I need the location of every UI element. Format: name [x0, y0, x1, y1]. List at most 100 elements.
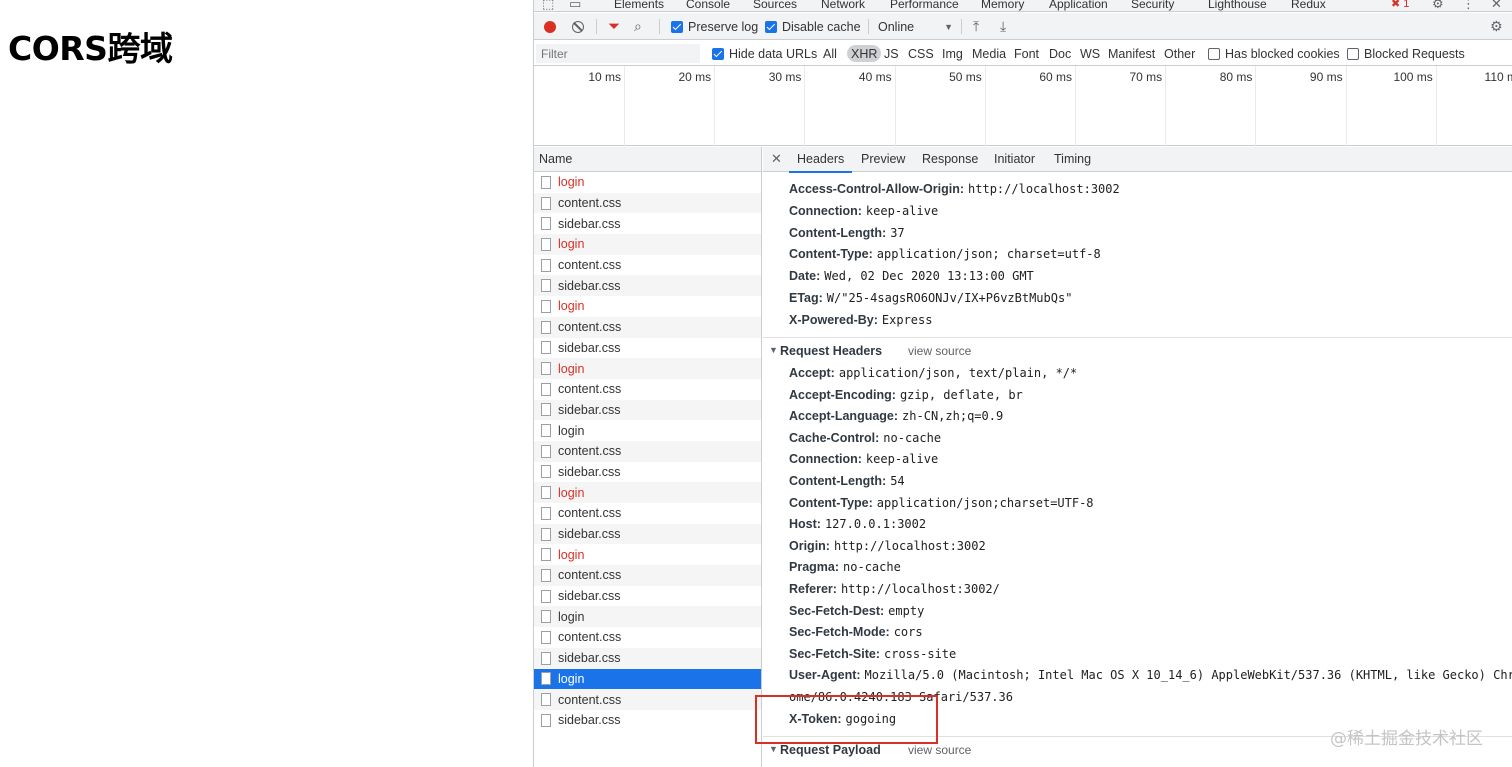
tab-redux[interactable]: Redux: [1291, 0, 1326, 11]
filter-input[interactable]: [536, 44, 700, 63]
collapse-triangle-icon[interactable]: ▼: [769, 744, 778, 754]
filter-type-ws[interactable]: WS: [1080, 41, 1100, 66]
tab-application[interactable]: Application: [1049, 0, 1108, 11]
request-row[interactable]: content.css: [534, 316, 761, 338]
tab-elements[interactable]: Elements: [614, 0, 664, 11]
header-key: Content-Length:: [789, 225, 887, 240]
request-row[interactable]: sidebar.css: [534, 399, 761, 421]
request-row[interactable]: login: [534, 544, 761, 565]
header-key: Content-Type:: [789, 247, 873, 262]
tab-security[interactable]: Security: [1131, 0, 1174, 11]
request-headers-section[interactable]: ▼ Request Headers view source: [763, 337, 1512, 363]
request-row[interactable]: sidebar.css: [534, 338, 761, 359]
tab-lighthouse[interactable]: Lighthouse: [1208, 0, 1267, 11]
request-row[interactable]: login: [534, 296, 761, 317]
tab-performance[interactable]: Performance: [890, 0, 959, 11]
disable-cache-checkbox[interactable]: Disable cache: [765, 13, 861, 40]
tab-memory[interactable]: Memory: [981, 0, 1024, 11]
tab-preview[interactable]: Preview: [861, 152, 905, 166]
disable-cache-label: Disable cache: [782, 19, 861, 34]
request-row[interactable]: sidebar.css: [534, 586, 761, 607]
hide-data-urls-checkbox[interactable]: Hide data URLs: [712, 41, 817, 66]
filter-type-css[interactable]: CSS: [908, 41, 934, 66]
request-name: login: [558, 547, 585, 562]
filter-type-doc[interactable]: Doc: [1049, 41, 1071, 66]
request-row[interactable]: content.css: [534, 379, 761, 400]
network-overview-timeline[interactable]: 10 ms 20 ms 30 ms 40 ms 50 ms 60 ms 70 ms 80 ms…: [534, 66, 1512, 146]
import-har-icon[interactable]: ⤒: [973, 13, 979, 40]
request-row[interactable]: sidebar.css: [534, 647, 761, 669]
request-row[interactable]: sidebar.css: [534, 213, 761, 234]
network-settings-gear-icon[interactable]: ⚙: [1490, 13, 1503, 40]
tab-console[interactable]: Console: [686, 0, 730, 11]
request-row[interactable]: content.css: [534, 503, 761, 524]
filter-type-js[interactable]: JS: [884, 41, 899, 66]
filter-type-manifest[interactable]: Manifest: [1108, 41, 1155, 66]
settings-gear-icon[interactable]: ⚙: [1432, 0, 1444, 12]
request-row[interactable]: login: [534, 482, 761, 503]
request-row[interactable]: sidebar.css: [534, 710, 761, 731]
inspect-icon[interactable]: ⬚: [542, 0, 554, 10]
preserve-log-checkbox[interactable]: Preserve log: [671, 13, 758, 40]
timeline-gridline: [894, 66, 896, 146]
timeline-gridline: [1435, 66, 1437, 146]
request-row[interactable]: login: [534, 358, 761, 379]
close-details-icon[interactable]: ✕: [771, 151, 782, 167]
timeline-gridline: [624, 66, 625, 146]
tab-headers[interactable]: Headers: [788, 152, 853, 173]
tab-timing[interactable]: Timing: [1054, 152, 1091, 166]
export-har-icon[interactable]: ⤓: [1000, 13, 1006, 40]
filter-type-xhr[interactable]: XHR: [847, 45, 882, 62]
request-row[interactable]: sidebar.css: [534, 462, 761, 483]
request-row[interactable]: content.css: [534, 627, 761, 648]
device-toggle-icon[interactable]: ▭: [569, 0, 581, 10]
file-icon: [541, 175, 551, 189]
clear-icon[interactable]: [572, 20, 584, 33]
search-icon[interactable]: ⌕: [634, 13, 642, 40]
request-name: sidebar.css: [558, 402, 621, 417]
request-name: login: [558, 423, 585, 438]
request-row[interactable]: content.css: [534, 565, 761, 586]
request-row[interactable]: login: [534, 234, 761, 255]
header-key: ETag:: [789, 291, 823, 305]
more-options-icon[interactable]: ⋮: [1462, 0, 1475, 12]
filter-type-img[interactable]: Img: [942, 41, 963, 66]
collapse-triangle-icon[interactable]: ▼: [769, 345, 778, 355]
view-source-link[interactable]: view source: [908, 344, 971, 358]
filter-funnel-icon[interactable]: ⏷: [608, 13, 620, 40]
request-row[interactable]: login: [534, 420, 761, 441]
filter-type-font[interactable]: Font: [1014, 41, 1039, 66]
filter-type-other[interactable]: Other: [1164, 41, 1195, 66]
request-row[interactable]: content.css: [534, 440, 761, 462]
blocked-requests-checkbox[interactable]: Blocked Requests: [1347, 41, 1465, 66]
timeline-gridline: [1165, 66, 1167, 146]
close-devtools-icon[interactable]: ✕: [1491, 0, 1502, 12]
request-row[interactable]: content.css: [534, 192, 761, 214]
name-column-header[interactable]: Name: [534, 147, 761, 172]
header-key: Accept-Encoding:: [789, 387, 896, 402]
header-key: Cache-Control:: [789, 430, 880, 445]
header-key: Pragma:: [789, 560, 840, 575]
request-row[interactable]: login: [534, 606, 761, 628]
filter-type-media[interactable]: Media: [972, 41, 1006, 66]
tab-response[interactable]: Response: [922, 152, 978, 166]
error-count-badge[interactable]: ✖ 1: [1391, 0, 1409, 10]
tab-initiator[interactable]: Initiator: [994, 152, 1035, 166]
request-row[interactable]: login: [534, 172, 761, 193]
request-row[interactable]: content.css: [534, 255, 761, 276]
tab-network[interactable]: Network: [810, 0, 876, 15]
record-icon[interactable]: [544, 20, 556, 33]
request-row[interactable]: sidebar.css: [534, 275, 761, 297]
header-value: http://localhost:3002: [968, 182, 1120, 196]
header-key: X-Powered-By:: [789, 312, 878, 327]
throttling-select[interactable]: Online ▼: [878, 13, 953, 40]
request-row[interactable]: content.css: [534, 689, 761, 710]
request-row[interactable]: sidebar.css: [534, 523, 761, 545]
request-row[interactable]: login: [534, 668, 761, 690]
view-source-link[interactable]: view source: [908, 743, 971, 757]
timeline-gridline: [804, 66, 806, 146]
filter-type-all[interactable]: All: [823, 41, 837, 66]
has-blocked-cookies-checkbox[interactable]: Has blocked cookies: [1208, 41, 1340, 66]
x-token-highlight-box: [755, 695, 938, 744]
tab-sources[interactable]: Sources: [753, 0, 797, 11]
